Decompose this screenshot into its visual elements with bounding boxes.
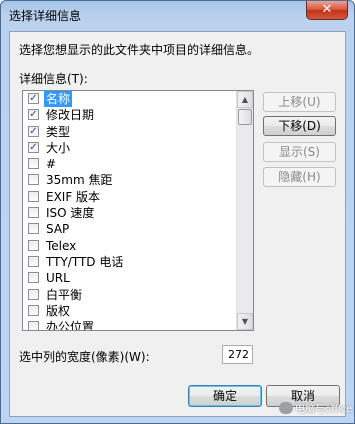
item-checkbox[interactable]: ✓	[28, 125, 39, 137]
list-item[interactable]: 版权	[23, 303, 237, 319]
list-item-label: 办公位置	[46, 320, 95, 331]
checkmark-icon: ✓	[29, 141, 38, 153]
item-checkbox[interactable]	[28, 304, 39, 316]
item-checkbox[interactable]	[28, 255, 39, 267]
list-item-label: 修改日期	[46, 108, 95, 123]
arrow-up-icon: ▲	[241, 95, 249, 104]
watermark: 电脑与office	[279, 400, 352, 415]
vertical-scrollbar[interactable]: ▲ ▼	[236, 91, 253, 330]
list-item-label: 名称	[44, 91, 73, 107]
list-item[interactable]: ✓ 名称	[23, 91, 237, 107]
dialog-description: 选择您想显示的此文件夹中项目的详细信息。	[19, 43, 260, 57]
details-list-label: 详细信息(T):	[19, 72, 88, 86]
list-item-label: ISO 速度	[46, 206, 95, 221]
list-item-label: 35mm 焦距	[46, 173, 113, 188]
list-item-label: 白平衡	[46, 287, 83, 302]
list-item-label: Telex	[46, 238, 77, 253]
checkmark-icon: ✓	[29, 93, 38, 104]
item-checkbox[interactable]	[28, 223, 39, 235]
item-checkbox[interactable]	[28, 158, 39, 170]
item-checkbox[interactable]: ✓	[28, 141, 39, 153]
list-item-label: 大小	[46, 140, 71, 155]
move-up-button[interactable]: 上移(U)	[263, 92, 336, 112]
column-width-label: 选中列的宽度(像素)(W):	[19, 350, 150, 364]
list-item[interactable]: SAP	[23, 221, 237, 237]
show-button[interactable]: 显示(S)	[263, 142, 336, 162]
list-item[interactable]: URL	[23, 270, 237, 286]
checkmark-icon: ✓	[29, 109, 38, 121]
item-checkbox[interactable]	[28, 174, 39, 186]
item-checkbox[interactable]	[28, 288, 39, 300]
list-item[interactable]: ✓ 大小	[23, 140, 237, 156]
column-width-input[interactable]: 272	[222, 345, 253, 364]
details-listbox[interactable]: ✓ 名称 ✓ 修改日期 ✓ 类型 ✓ 大小 #35mm 焦距 EXIF 版本 ISO 速度 SAP Te…	[22, 90, 254, 331]
move-down-button[interactable]: 下移(D)	[263, 116, 336, 136]
item-checkbox[interactable]	[28, 190, 39, 202]
list-item[interactable]: #	[23, 156, 237, 172]
window-title: 选择详细信息	[9, 9, 82, 23]
scroll-thumb[interactable]	[238, 109, 252, 125]
list-item[interactable]: TTY/TTD 电话	[23, 254, 237, 270]
list-item[interactable]: ✓ 类型	[23, 124, 237, 140]
checkmark-icon: ✓	[29, 125, 38, 137]
title-bar[interactable]: 选择详细信息 ✕	[1, 1, 354, 31]
item-checkbox[interactable]: ✓	[28, 109, 39, 121]
list-item[interactable]: 办公位置	[23, 319, 237, 331]
wechat-icon	[279, 401, 293, 414]
item-checkbox[interactable]	[28, 272, 39, 284]
ok-button[interactable]: 确定	[188, 385, 262, 407]
item-checkbox[interactable]	[28, 239, 39, 251]
scroll-up-button[interactable]: ▲	[237, 91, 253, 108]
item-checkbox[interactable]	[28, 207, 39, 219]
list-item[interactable]: 35mm 焦距	[23, 172, 237, 188]
list-item-label: 版权	[46, 303, 71, 318]
hide-button[interactable]: 隐藏(H)	[263, 167, 336, 187]
list-item[interactable]: Telex	[23, 238, 237, 254]
list-item-label: EXIF 版本	[46, 189, 101, 204]
item-checkbox[interactable]	[28, 321, 39, 330]
dialog-body: 选择您想显示的此文件夹中项目的详细信息。 详细信息(T): ✓ 名称 ✓ 修改日期 ✓ 类…	[9, 31, 346, 417]
list-item-label: 类型	[46, 124, 71, 139]
list-item-label: URL	[46, 271, 70, 286]
arrow-down-icon: ▼	[241, 317, 249, 326]
dialog-window: 选择详细信息 ✕ 选择您想显示的此文件夹中项目的详细信息。 详细信息(T): ✓…	[0, 0, 355, 424]
item-checkbox[interactable]: ✓	[28, 93, 39, 104]
list-item[interactable]: 白平衡	[23, 287, 237, 303]
list-item-label: #	[46, 157, 57, 172]
scroll-down-button[interactable]: ▼	[237, 313, 253, 330]
list-item-label: SAP	[46, 222, 70, 237]
list-item-label: TTY/TTD 电话	[46, 254, 124, 269]
details-list-rows: ✓ 名称 ✓ 修改日期 ✓ 类型 ✓ 大小 #35mm 焦距 EXIF 版本 ISO 速度 SAP Te…	[23, 91, 237, 331]
list-item[interactable]: ✓ 修改日期	[23, 107, 237, 123]
close-button[interactable]: ✕	[306, 1, 348, 20]
watermark-text: 电脑与office	[295, 404, 353, 415]
close-icon: ✕	[321, 2, 333, 17]
list-item[interactable]: EXIF 版本	[23, 189, 237, 205]
list-item[interactable]: ISO 速度	[23, 205, 237, 221]
